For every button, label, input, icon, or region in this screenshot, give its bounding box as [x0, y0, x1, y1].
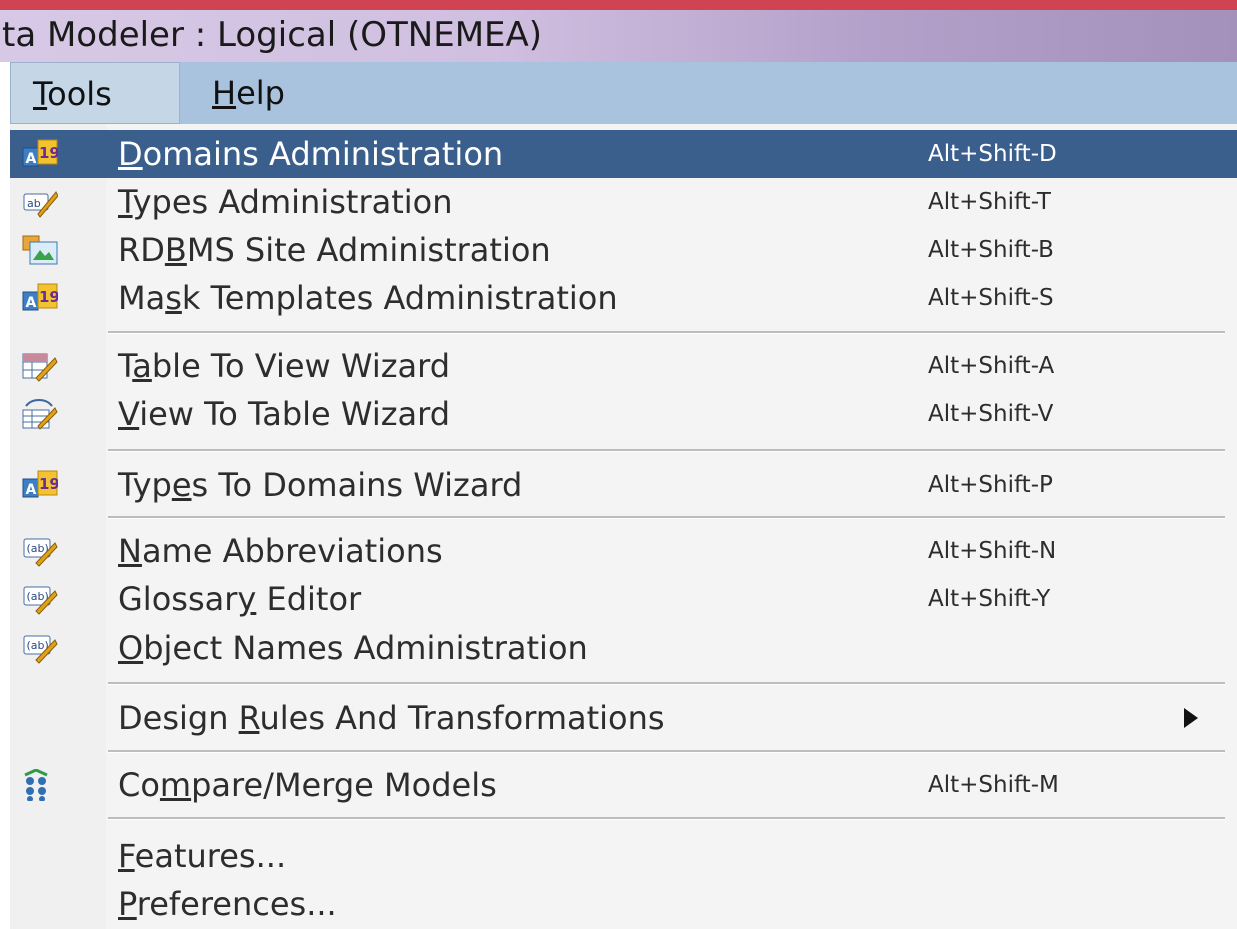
- menu-item-label: RDBMS Site Administration: [118, 231, 551, 269]
- object-names-icon: (ab): [22, 632, 58, 664]
- menu-item-label: Mask Templates Administration: [118, 279, 618, 317]
- types-to-domains-icon: A 19: [22, 469, 60, 501]
- menu-item-shortcut: Alt+Shift-N: [928, 538, 1057, 564]
- menu-item-shortcut: Alt+Shift-D: [928, 141, 1057, 167]
- svg-text:19: 19: [39, 144, 58, 162]
- menu-item-shortcut: Alt+Shift-Y: [928, 586, 1051, 612]
- menu-separator: [108, 331, 1225, 334]
- svg-text:A: A: [26, 482, 37, 498]
- menu-tools[interactable]: Tools: [10, 62, 180, 124]
- menu-item-label: Features...: [118, 837, 287, 875]
- menu-item-label: Types Administration: [118, 183, 453, 221]
- menu-item-shortcut: Alt+Shift-A: [928, 353, 1055, 379]
- svg-text:A: A: [26, 151, 37, 167]
- svg-text:A: A: [26, 295, 37, 311]
- menu-item-types-to-domains-wizard[interactable]: A 19 Types To Domains Wizard Alt+Shift-P: [10, 461, 1237, 509]
- menu-item-label: Preferences...: [118, 885, 337, 923]
- menu-separator: [108, 516, 1225, 519]
- types-icon: ab: [22, 186, 59, 218]
- menu-bar: Tools Help: [10, 62, 1237, 125]
- menu-item-view-to-table-wizard[interactable]: View To Table Wizard Alt+Shift-V: [10, 390, 1237, 438]
- menu-separator: [108, 750, 1225, 753]
- menu-item-label: Compare/Merge Models: [118, 766, 497, 804]
- svg-text:19: 19: [39, 288, 58, 306]
- domains-icon: A 19: [22, 138, 60, 170]
- menu-item-shortcut: Alt+Shift-S: [928, 285, 1054, 311]
- menu-item-shortcut: Alt+Shift-V: [928, 401, 1054, 427]
- menu-item-preferences[interactable]: Preferences...: [10, 880, 1237, 928]
- menu-item-mask-templates-administration[interactable]: A 19 Mask Templates Administration Alt+Shif…: [10, 274, 1237, 322]
- menu-item-glossary-editor[interactable]: (ab) Glossary Editor Alt+Shift-Y: [10, 575, 1237, 623]
- menu-item-design-rules-and-transformations[interactable]: Design Rules And Transformations: [10, 694, 1237, 742]
- view-to-table-icon: [22, 398, 58, 430]
- menu-separator: [108, 449, 1225, 452]
- menu-item-label: Table To View Wizard: [118, 347, 451, 385]
- menu-item-label: Design Rules And Transformations: [118, 699, 665, 737]
- rdbms-site-icon: [22, 234, 58, 266]
- menu-item-label: Glossary Editor: [118, 580, 362, 618]
- menu-item-compare-merge-models[interactable]: Compare/Merge Models Alt+Shift-M: [10, 761, 1237, 809]
- menu-separator: [108, 682, 1225, 685]
- mask-templates-icon: A 19: [22, 282, 60, 314]
- menu-item-label: Name Abbreviations: [118, 532, 443, 570]
- menu-item-table-to-view-wizard[interactable]: Table To View Wizard Alt+Shift-A: [10, 342, 1237, 390]
- tools-dropdown-menu: A 19 Domains Administration Alt+Shift-D ab Ty…: [10, 124, 1237, 929]
- menu-item-object-names-administration[interactable]: (ab) Object Names Administration: [10, 624, 1237, 672]
- submenu-arrow-icon: [1180, 706, 1202, 730]
- menu-item-label: Object Names Administration: [118, 629, 588, 667]
- menu-item-domains-administration[interactable]: A 19 Domains Administration Alt+Shift-D: [10, 130, 1237, 178]
- menu-item-shortcut: Alt+Shift-P: [928, 472, 1053, 498]
- window-titlebar[interactable]: ta Modeler : Logical (OTNEMEA): [0, 10, 1237, 62]
- table-to-view-icon: [22, 350, 58, 382]
- menu-item-types-administration[interactable]: ab Types Administration Alt+Shift-T: [10, 178, 1237, 226]
- menu-help[interactable]: Help: [190, 62, 307, 124]
- top-accent-strip: [0, 0, 1237, 10]
- svg-text:19: 19: [39, 475, 58, 493]
- menu-item-features[interactable]: Features...: [10, 832, 1237, 880]
- menu-item-label: View To Table Wizard: [118, 395, 451, 433]
- menu-item-label: Types To Domains Wizard: [118, 466, 523, 504]
- name-abbreviations-icon: (ab): [22, 535, 58, 567]
- svg-text:ab: ab: [27, 197, 41, 210]
- menu-item-label: Domains Administration: [118, 135, 504, 173]
- menu-item-shortcut: Alt+Shift-B: [928, 237, 1054, 263]
- menu-item-shortcut: Alt+Shift-M: [928, 772, 1059, 798]
- menu-separator: [108, 817, 1225, 820]
- menu-item-name-abbreviations[interactable]: (ab) Name Abbreviations Alt+Shift-N: [10, 527, 1237, 575]
- window-title: ta Modeler : Logical (OTNEMEA): [2, 15, 543, 55]
- menu-item-shortcut: Alt+Shift-T: [928, 189, 1051, 215]
- compare-merge-icon: [22, 768, 58, 802]
- glossary-editor-icon: (ab): [22, 583, 58, 615]
- menu-item-rdbms-site-administration[interactable]: RDBMS Site Administration Alt+Shift-B: [10, 226, 1237, 274]
